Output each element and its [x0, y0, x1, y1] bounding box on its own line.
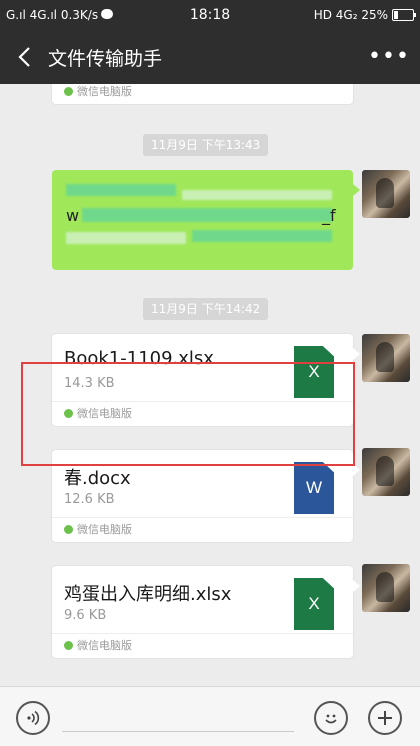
file-size: 9.6 KB — [64, 608, 107, 623]
timestamp: 11月9日 下午14:42 — [143, 298, 269, 320]
pc-client-icon — [64, 409, 73, 418]
blurred-text — [192, 230, 332, 242]
file-card[interactable]: Book1-1109.xlsx 14.3 KB X 微信电脑版 — [52, 334, 353, 426]
file-name: Book1-1109.xlsx — [64, 348, 214, 369]
file-size: 12.6 KB — [64, 492, 115, 507]
pc-client-icon — [64, 87, 73, 96]
avatar[interactable] — [362, 448, 410, 496]
bubble-tail — [353, 184, 360, 196]
file-card-previous[interactable]: 微信电脑版 — [52, 84, 353, 104]
file-card[interactable]: 春.docx 12.6 KB W 微信电脑版 — [52, 450, 353, 542]
bubble-tail — [353, 580, 360, 592]
chat-area[interactable]: 微信电脑版 11月9日 下午13:43 w _f 11月9日 下午14:42 B… — [0, 84, 420, 686]
text-message-bubble[interactable]: w _f — [52, 170, 353, 270]
plus-button[interactable] — [368, 701, 402, 735]
card-source-label: 微信电脑版 — [77, 639, 132, 652]
card-source-label: 微信电脑版 — [77, 523, 132, 536]
blurred-text — [66, 232, 186, 244]
file-name: 鸡蛋出入库明细.xlsx — [64, 584, 232, 605]
word-file-icon: W — [294, 462, 334, 514]
card-source: 微信电脑版 — [52, 517, 353, 542]
input-bar — [0, 686, 420, 746]
excel-file-icon: X — [294, 346, 334, 398]
more-icon: ••• — [368, 43, 410, 69]
file-card[interactable]: 鸡蛋出入库明细.xlsx 9.6 KB X 微信电脑版 — [52, 566, 353, 658]
voice-button[interactable] — [16, 701, 50, 735]
signal-battery-text: HD 4G₂ 25% — [313, 8, 388, 22]
message-input[interactable] — [62, 731, 294, 732]
file-name: 春.docx — [64, 468, 131, 489]
voice-icon — [27, 710, 40, 726]
status-bar: G.ıl 4G.ıl 0.3K/s 18:18 HD 4G₂ 25% — [0, 0, 420, 30]
back-button[interactable] — [10, 42, 38, 72]
emoji-button[interactable] — [314, 701, 348, 735]
emoji-icon — [325, 714, 337, 724]
blurred-text — [182, 190, 332, 200]
avatar[interactable] — [362, 334, 410, 382]
blurred-text — [82, 208, 332, 222]
blurred-text — [66, 184, 176, 196]
bubble-tail — [353, 464, 360, 476]
chevron-left-icon — [18, 47, 30, 67]
file-size: 14.3 KB — [64, 376, 115, 391]
page-title: 文件传输助手 — [48, 48, 163, 70]
timestamp: 11月9日 下午13:43 — [143, 134, 269, 156]
title-bar: 文件传输助手 ••• — [0, 30, 420, 84]
avatar[interactable] — [362, 170, 410, 218]
plus-icon — [378, 711, 392, 725]
excel-file-icon: X — [294, 578, 334, 630]
pc-client-icon — [64, 641, 73, 650]
card-source: 微信电脑版 — [52, 84, 353, 104]
system-indicators: HD 4G₂ 25% — [313, 8, 416, 22]
pc-client-icon — [64, 525, 73, 534]
message-text: _f — [322, 206, 336, 225]
card-source-label: 微信电脑版 — [77, 407, 132, 420]
battery-icon — [392, 9, 416, 21]
card-source-label: 微信电脑版 — [77, 85, 132, 98]
more-button[interactable]: ••• — [368, 41, 409, 71]
avatar[interactable] — [362, 564, 410, 612]
card-source: 微信电脑版 — [52, 633, 353, 658]
message-text: w — [66, 206, 80, 225]
card-source: 微信电脑版 — [52, 401, 353, 426]
bubble-tail — [353, 348, 360, 360]
